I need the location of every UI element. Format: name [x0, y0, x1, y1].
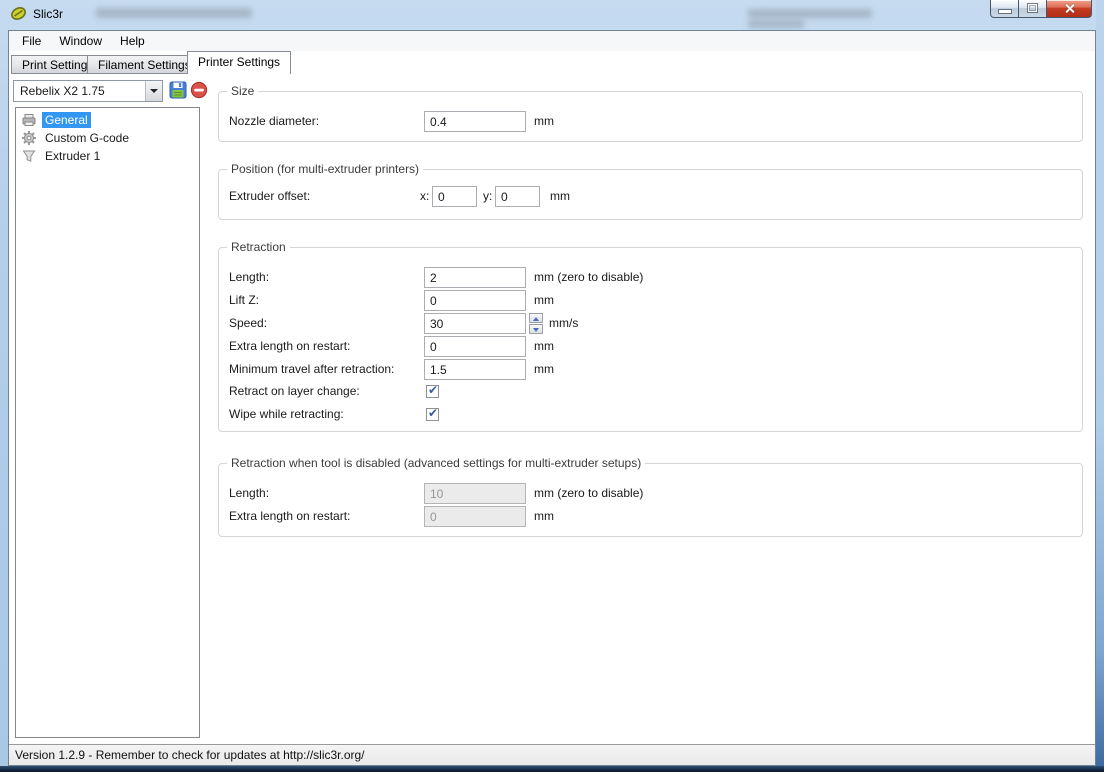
- settings-tree: General Custom G-code: [15, 107, 200, 738]
- disabled-extra-length-label: Extra length on restart:: [229, 506, 350, 527]
- disabled-length-unit: mm (zero to disable): [534, 483, 643, 504]
- extra-length-unit: mm: [534, 336, 554, 357]
- window-frame-right: [1096, 0, 1104, 766]
- funnel-icon: [21, 148, 37, 164]
- speed-unit: mm/s: [549, 313, 578, 334]
- nozzle-diameter-unit: mm: [534, 111, 554, 132]
- tree-label-general: General: [42, 112, 91, 128]
- status-bar: Version 1.2.9 - Remember to check for up…: [9, 744, 1095, 765]
- close-icon: [1064, 3, 1075, 14]
- tree-item-extruder-1[interactable]: Extruder 1: [16, 147, 199, 165]
- speed-label: Speed:: [229, 313, 267, 334]
- min-travel-unit: mm: [534, 359, 554, 380]
- save-preset-button[interactable]: [169, 81, 187, 99]
- gear-icon: [21, 130, 37, 146]
- group-retraction: Retraction Length: mm (zero to disable) …: [218, 247, 1083, 432]
- extruder-offset-unit: mm: [550, 186, 570, 207]
- lift-z-unit: mm: [534, 290, 554, 311]
- menu-bar: File Window Help: [9, 31, 1095, 51]
- close-button[interactable]: [1047, 0, 1092, 18]
- tab-bar: Print Settings Filament Settings Printer…: [9, 51, 1095, 74]
- minimize-icon: [999, 10, 1011, 13]
- extruder-offset-x-input[interactable]: [432, 186, 477, 207]
- group-retraction-title: Retraction: [227, 240, 290, 254]
- spinner-up-icon: [533, 317, 539, 321]
- status-text: Version 1.2.9 - Remember to check for up…: [15, 748, 365, 762]
- window-title: Slic3r: [33, 7, 63, 21]
- disabled-extra-length-input: [424, 506, 526, 527]
- slic3r-logo-icon: [10, 5, 27, 22]
- extruder-offset-y-input[interactable]: [495, 186, 540, 207]
- retraction-length-label: Length:: [229, 267, 269, 288]
- wipe-checkbox[interactable]: ✔: [426, 408, 439, 421]
- disabled-length-label: Length:: [229, 483, 269, 504]
- min-travel-input[interactable]: [424, 359, 526, 380]
- restore-icon: [1028, 4, 1037, 12]
- disabled-extra-length-unit: mm: [534, 506, 554, 527]
- titlebar[interactable]: Slic3r: [0, 0, 1104, 30]
- disabled-length-input: [424, 483, 526, 504]
- group-retraction-disabled-tool: Retraction when tool is disabled (advanc…: [218, 463, 1083, 537]
- client-area: File Window Help Print Settings Filament…: [8, 30, 1096, 766]
- tree-item-custom-gcode[interactable]: Custom G-code: [16, 129, 199, 147]
- menu-window[interactable]: Window: [50, 31, 111, 51]
- preset-combobox[interactable]: Rebelix X2 1.75: [13, 80, 163, 102]
- extruder-offset-label: Extruder offset:: [229, 186, 310, 207]
- group-size: Size Nozzle diameter: mm: [218, 91, 1083, 142]
- menu-help[interactable]: Help: [111, 31, 154, 51]
- restore-button[interactable]: [1019, 0, 1047, 18]
- retract-layer-change-label: Retract on layer change:: [229, 381, 360, 402]
- spinner-down-button[interactable]: [529, 324, 543, 334]
- redacted-text-blur: [748, 9, 872, 18]
- menu-file[interactable]: File: [13, 31, 50, 51]
- check-icon: ✔: [428, 406, 438, 420]
- redacted-text-blur: [96, 8, 252, 18]
- spinner-up-button[interactable]: [529, 313, 543, 323]
- wipe-label: Wipe while retracting:: [229, 404, 344, 425]
- combo-dropdown-button[interactable]: [145, 81, 162, 101]
- lift-z-label: Lift Z:: [229, 290, 259, 311]
- extra-length-input[interactable]: [424, 336, 526, 357]
- retract-layer-change-checkbox[interactable]: ✔: [426, 385, 439, 398]
- group-position: Position (for multi-extruder printers) E…: [218, 169, 1083, 220]
- redacted-text-blur: [748, 20, 804, 28]
- lift-z-input[interactable]: [424, 290, 526, 311]
- extruder-offset-y-label: y:: [483, 186, 492, 207]
- nozzle-diameter-label: Nozzle diameter:: [229, 111, 319, 132]
- chevron-down-icon: [150, 89, 158, 93]
- min-travel-label: Minimum travel after retraction:: [229, 359, 394, 380]
- tab-filament-settings[interactable]: Filament Settings: [87, 55, 202, 74]
- tree-item-general[interactable]: General: [16, 111, 199, 129]
- window-frame-bottom: [0, 766, 1104, 772]
- tab-printer-settings[interactable]: Printer Settings: [187, 51, 291, 74]
- tree-label-extruder-1: Extruder 1: [42, 148, 103, 164]
- speed-spinner: [529, 313, 543, 334]
- retraction-length-unit: mm (zero to disable): [534, 267, 643, 288]
- window-controls: [990, 0, 1092, 18]
- delete-preset-button[interactable]: [190, 81, 208, 99]
- preset-selected-value: Rebelix X2 1.75: [20, 84, 105, 98]
- printer-icon: [21, 112, 37, 128]
- printer-settings-page: Rebelix X2 1.75: [9, 74, 1095, 746]
- minimize-button[interactable]: [990, 0, 1019, 18]
- speed-input[interactable]: [424, 313, 526, 334]
- retraction-length-input[interactable]: [424, 267, 526, 288]
- group-retraction-disabled-title: Retraction when tool is disabled (advanc…: [227, 456, 645, 470]
- spinner-down-icon: [533, 328, 539, 332]
- nozzle-diameter-input[interactable]: [424, 111, 526, 132]
- group-size-title: Size: [227, 84, 258, 98]
- tree-label-custom-gcode: Custom G-code: [42, 130, 132, 146]
- slic3r-window: Slic3r File Window Help Print Settings F…: [0, 0, 1104, 772]
- group-position-title: Position (for multi-extruder printers): [227, 162, 423, 176]
- extra-length-label: Extra length on restart:: [229, 336, 350, 357]
- check-icon: ✔: [428, 383, 438, 397]
- extruder-offset-x-label: x:: [420, 186, 429, 207]
